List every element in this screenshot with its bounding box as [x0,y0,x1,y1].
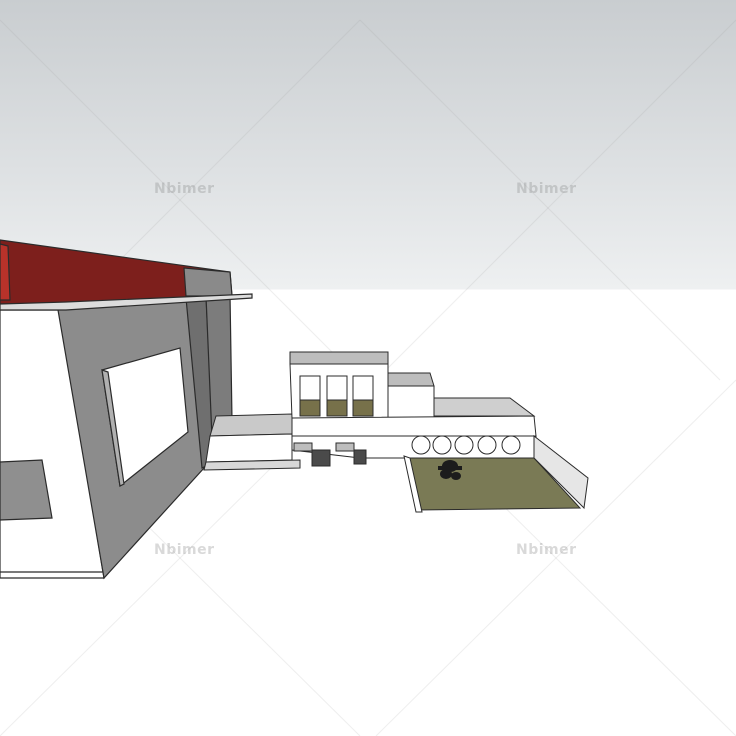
annex-upper-roof [289,351,389,365]
building-roof-edge [0,243,11,301]
porthole-window-4 [477,435,497,455]
porthole-window-3 [454,435,474,455]
walkway-front [205,433,293,463]
porthole-window-5 [501,435,521,455]
3d-model-scene [0,19,736,736]
walkway [203,413,301,471]
annex-small-front [387,385,435,419]
walkway-step [203,459,301,471]
annex-parapet-top [433,397,536,417]
annex-base-front [291,415,537,437]
annex-building [289,351,537,467]
main-building [0,239,253,580]
bench-2 [335,442,355,452]
sketchup-viewport[interactable]: Nbimer Nbimer Nbimer Nbimer [0,0,736,736]
building-roof-gutter [183,267,233,297]
walkway-top [209,413,293,437]
bench-1 [293,442,313,452]
porthole-window-2 [432,435,452,455]
porthole-window-1 [411,435,431,455]
annex-small-roof [387,372,435,387]
